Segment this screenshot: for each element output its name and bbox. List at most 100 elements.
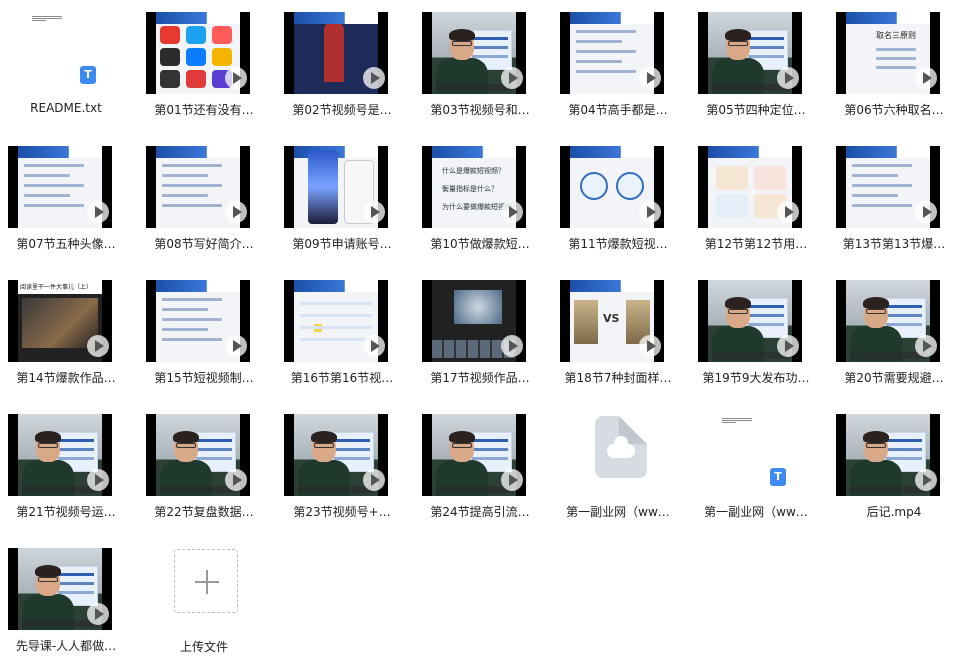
file-item[interactable]: 第一副业网（ww… — [552, 402, 684, 530]
file-item[interactable]: 第03节视频号和… — [414, 0, 546, 128]
play-icon[interactable] — [87, 201, 109, 223]
video-thumbnail[interactable] — [422, 280, 526, 362]
slide-text-line: 什么是爆款短视频？ — [442, 167, 505, 175]
video-thumbnail[interactable] — [284, 280, 388, 362]
file-item[interactable]: 第12节第12节用… — [690, 134, 822, 262]
play-icon[interactable] — [639, 335, 661, 357]
video-thumbnail[interactable] — [146, 12, 250, 94]
video-thumbnail[interactable] — [422, 12, 526, 94]
play-icon[interactable] — [501, 335, 523, 357]
play-icon[interactable] — [225, 469, 247, 491]
play-icon[interactable] — [501, 469, 523, 491]
file-item[interactable]: 取名三原则 第06节六种取名… — [828, 0, 953, 128]
play-icon[interactable] — [363, 335, 385, 357]
file-item[interactable]: 阅读里干一件大事儿（上） 第14节爆款作品… — [0, 268, 132, 396]
file-name: 后记.mp4 — [866, 505, 922, 519]
file-name: 第15节短视频制… — [154, 371, 254, 385]
file-item[interactable]: 第19节9大发布功… — [690, 268, 822, 396]
file-name: 第一副业网（ww… — [566, 505, 670, 519]
cloud-file-icon[interactable] — [595, 416, 647, 478]
video-thumbnail[interactable] — [836, 414, 940, 496]
play-icon[interactable] — [87, 603, 109, 625]
subtitle-bar — [436, 84, 512, 91]
play-icon[interactable] — [777, 335, 799, 357]
slide-title: VS — [603, 312, 620, 325]
file-item[interactable]: 第01节还有没有… — [138, 0, 270, 128]
file-item[interactable]: VS 第18节7种封面样… — [552, 268, 684, 396]
file-item[interactable]: 第08节写好简介… — [138, 134, 270, 262]
file-item[interactable]: 第24节提高引流… — [414, 402, 546, 530]
play-icon[interactable] — [225, 335, 247, 357]
video-thumbnail[interactable]: 取名三原则 — [836, 12, 940, 94]
upload-label: 上传文件 — [179, 640, 228, 654]
file-item[interactable]: 第04节高手都是… — [552, 0, 684, 128]
file-item[interactable]: 第05节四种定位… — [690, 0, 822, 128]
video-thumbnail[interactable]: 什么是爆款短视频？ 衡量指标是什么？ 为什么要做爆款短视频？ — [422, 146, 526, 228]
file-name: 第08节写好简介… — [154, 237, 254, 251]
file-item[interactable]: 什么是爆款短视频？ 衡量指标是什么？ 为什么要做爆款短视频？ 第10节做爆款短… — [414, 134, 546, 262]
file-item[interactable]: 第15节短视频制… — [138, 268, 270, 396]
video-thumbnail[interactable] — [8, 414, 112, 496]
play-icon[interactable] — [225, 201, 247, 223]
play-icon[interactable] — [915, 469, 937, 491]
play-icon[interactable] — [501, 201, 523, 223]
play-icon[interactable] — [87, 469, 109, 491]
video-thumbnail[interactable] — [560, 12, 664, 94]
play-icon[interactable] — [501, 67, 523, 89]
file-item[interactable]: 第02节视频号是… — [276, 0, 408, 128]
video-thumbnail[interactable] — [146, 280, 250, 362]
file-item[interactable]: 第20节需要规避… — [828, 268, 953, 396]
play-icon[interactable] — [363, 469, 385, 491]
file-item[interactable]: T 第一副业网（ww… — [690, 402, 822, 530]
video-thumbnail[interactable] — [836, 280, 940, 362]
play-icon[interactable] — [777, 67, 799, 89]
video-thumbnail[interactable] — [698, 280, 802, 362]
upload-button[interactable] — [174, 549, 238, 613]
play-icon[interactable] — [363, 201, 385, 223]
play-icon[interactable] — [915, 335, 937, 357]
video-thumbnail[interactable] — [284, 146, 388, 228]
video-thumbnail[interactable] — [8, 146, 112, 228]
video-thumbnail[interactable]: VS — [560, 280, 664, 362]
file-item[interactable]: 第23节视频号+… — [276, 402, 408, 530]
file-name: 第13节第13节爆… — [842, 237, 946, 251]
play-icon[interactable] — [915, 201, 937, 223]
video-thumbnail[interactable] — [560, 146, 664, 228]
video-thumbnail[interactable] — [284, 12, 388, 94]
play-icon[interactable] — [363, 67, 385, 89]
video-thumbnail[interactable] — [836, 146, 940, 228]
video-thumbnail[interactable]: 阅读里干一件大事儿（上） — [8, 280, 112, 362]
file-item[interactable]: 先导课-人人都做… — [0, 536, 132, 661]
file-item[interactable]: 第13节第13节爆… — [828, 134, 953, 262]
play-icon[interactable] — [777, 201, 799, 223]
file-item[interactable]: 第07节五种头像… — [0, 134, 132, 262]
play-icon[interactable] — [225, 67, 247, 89]
video-thumbnail[interactable] — [146, 146, 250, 228]
file-item[interactable]: 第09节申请账号… — [276, 134, 408, 262]
video-thumbnail[interactable] — [422, 414, 526, 496]
file-item[interactable]: 第22节复盘数据… — [138, 402, 270, 530]
play-icon[interactable] — [915, 67, 937, 89]
upload-file-item[interactable]: 上传文件 — [138, 536, 270, 661]
file-item[interactable]: T README.txt — [0, 0, 132, 128]
file-item[interactable]: 第17节视频作品… — [414, 268, 546, 396]
play-icon[interactable] — [639, 67, 661, 89]
txt-file-icon[interactable]: T — [720, 416, 790, 496]
video-thumbnail[interactable] — [698, 12, 802, 94]
txt-file-icon[interactable]: T — [30, 14, 100, 94]
video-thumbnail[interactable] — [8, 548, 112, 630]
video-thumbnail[interactable] — [698, 146, 802, 228]
play-icon[interactable] — [639, 201, 661, 223]
subtitle-bar — [850, 486, 926, 493]
file-name: 第23节视频号+… — [293, 505, 391, 519]
file-name: 第一副业网（ww… — [704, 505, 808, 519]
file-item[interactable]: 后记.mp4 — [828, 402, 953, 530]
file-item[interactable]: 第11节爆款短视… — [552, 134, 684, 262]
file-item[interactable]: 第21节视频号运… — [0, 402, 132, 530]
file-name: 第18节7种封面样… — [564, 371, 672, 385]
video-thumbnail[interactable] — [284, 414, 388, 496]
video-thumbnail[interactable] — [146, 414, 250, 496]
play-icon[interactable] — [87, 335, 109, 357]
file-item[interactable]: 第16节第16节视… — [276, 268, 408, 396]
file-name: 第22节复盘数据… — [154, 505, 254, 519]
